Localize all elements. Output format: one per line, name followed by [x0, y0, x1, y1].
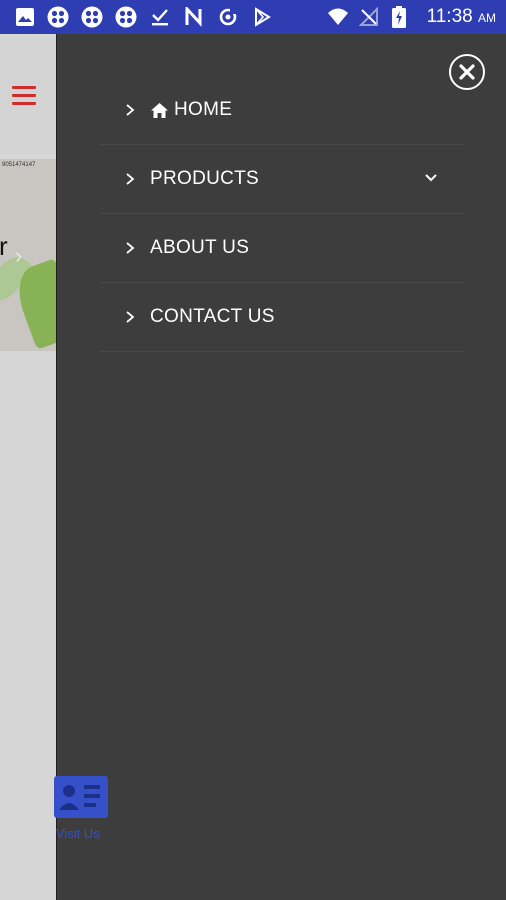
visit-us-button[interactable] — [54, 776, 108, 818]
battery-charging-icon — [388, 6, 410, 28]
check-download-icon — [149, 6, 171, 28]
app-grid-icon — [81, 6, 103, 28]
hero-banner[interactable]: 9051474147 r › — [0, 159, 56, 351]
chevron-right-icon — [126, 104, 135, 116]
play-store-icon — [251, 6, 273, 28]
chevron-right-icon — [126, 173, 135, 185]
background-page: 9051474147 r › — [0, 34, 57, 900]
menu-item-label: CONTACT US — [150, 306, 275, 327]
contact-card-icon — [59, 785, 100, 810]
visit-us-label: Visit Us — [56, 826, 100, 841]
menu-item-products[interactable]: PRODUCTS — [100, 145, 464, 214]
site-header — [0, 34, 56, 154]
chevron-down-icon[interactable] — [424, 173, 438, 183]
app-grid-icon — [115, 6, 137, 28]
status-bar: 11:38 AM — [0, 0, 506, 34]
chevron-right-icon — [126, 311, 135, 323]
home-icon — [151, 102, 168, 118]
chevron-right-icon[interactable]: › — [15, 243, 22, 269]
drawer-menu: HOME PRODUCTS ABOUT US CONTACT US — [100, 76, 464, 352]
menu-item-about-us[interactable]: ABOUT US — [100, 214, 464, 283]
menu-item-contact-us[interactable]: CONTACT US — [100, 283, 464, 352]
n-app-icon — [183, 6, 205, 28]
navigation-drawer: HOME PRODUCTS ABOUT US CONTACT US — [58, 34, 506, 900]
hamburger-menu-icon[interactable] — [12, 86, 36, 106]
wifi-icon — [327, 6, 349, 28]
menu-item-label: HOME — [174, 99, 233, 120]
menu-item-home[interactable]: HOME — [100, 76, 464, 145]
chevron-right-icon — [126, 242, 135, 254]
signal-icon — [358, 6, 380, 28]
menu-item-label: PRODUCTS — [150, 168, 260, 189]
banner-text: r — [0, 231, 8, 262]
image-icon — [14, 6, 36, 28]
banner-phone-text: 9051474147 — [2, 162, 36, 168]
sync-icon — [217, 6, 239, 28]
menu-item-label: ABOUT US — [150, 237, 250, 258]
clock: 11:38 AM — [426, 6, 496, 27]
app-grid-icon — [47, 6, 69, 28]
